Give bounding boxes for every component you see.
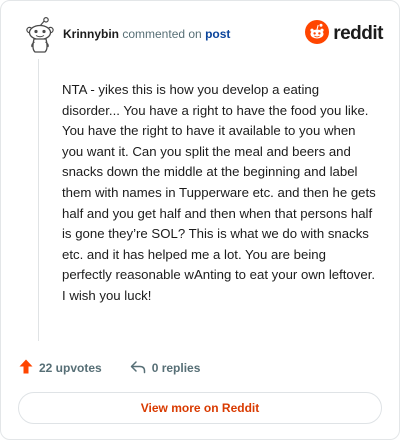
upvote-arrow-icon [19, 359, 33, 377]
comment-meta: Krinnybin commented on post [63, 27, 230, 41]
embedded-comment-card: Krinnybin commented on post reddit NTA -… [0, 0, 400, 440]
comment-body: NTA - yikes this is how you develop a ea… [62, 82, 376, 303]
upvotes-count: 22 upvotes [39, 361, 102, 375]
reddit-logo-icon [305, 19, 330, 49]
comment-header: Krinnybin commented on post reddit [15, 16, 385, 53]
post-link[interactable]: post [205, 27, 230, 41]
comment-footer: 22 upvotes 0 replies [19, 358, 228, 378]
upvotes-control[interactable]: 22 upvotes [19, 359, 102, 377]
comment-author[interactable]: Krinnybin [63, 27, 119, 41]
snoo-avatar-icon[interactable] [23, 16, 57, 53]
replies-count: 0 replies [151, 361, 201, 375]
view-more-button[interactable]: View more on Reddit [18, 392, 382, 424]
replies-control[interactable]: 0 replies [130, 360, 201, 377]
comment-action-text: commented on [122, 27, 202, 41]
reply-arrow-icon [130, 360, 146, 377]
reddit-logo[interactable]: reddit [305, 19, 383, 49]
thread-line [38, 59, 39, 341]
reddit-wordmark: reddit [333, 23, 383, 44]
